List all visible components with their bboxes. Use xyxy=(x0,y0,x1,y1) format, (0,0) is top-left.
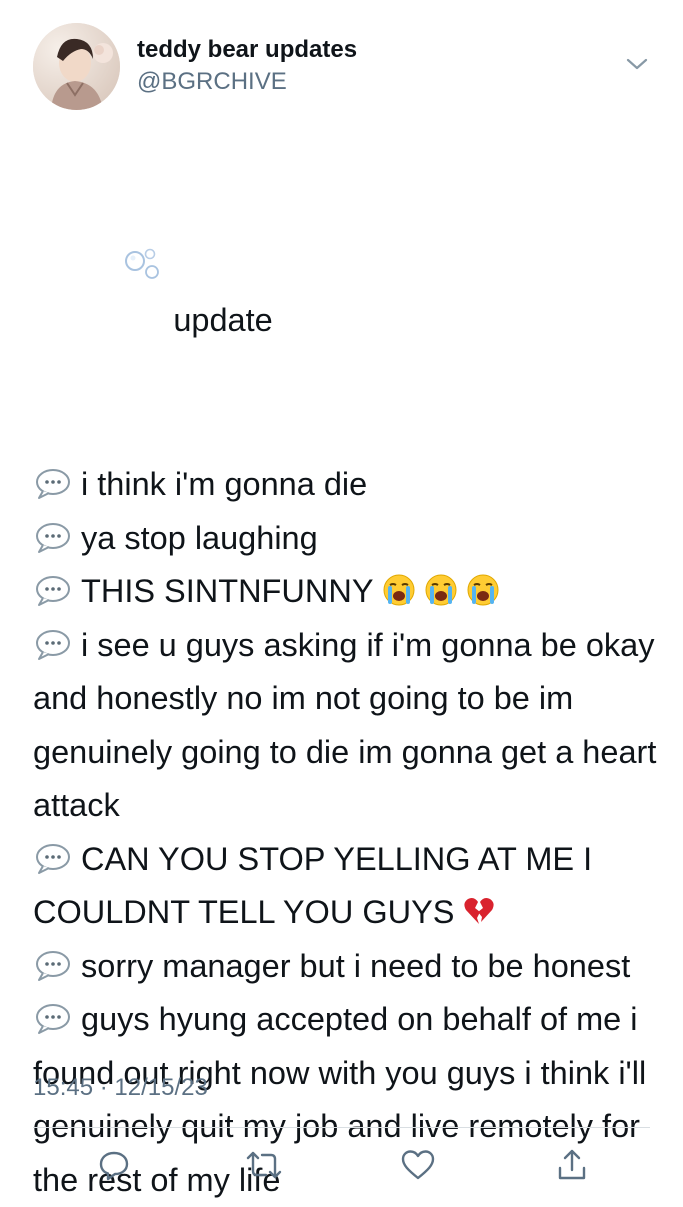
bubbles-icon xyxy=(69,191,163,352)
retweet-icon[interactable] xyxy=(244,1145,284,1185)
broken-heart-icon xyxy=(462,891,496,925)
speech-balloon-icon xyxy=(33,838,73,874)
list-item: sorry manager but i need to be honest xyxy=(33,940,658,994)
tweet-header: teddy bear updates @BGRCHIVE xyxy=(0,0,683,130)
list-item: CAN YOU STOP YELLING AT ME I COULDNT TEL… xyxy=(33,833,658,940)
speech-balloon-icon xyxy=(33,463,73,499)
tweet-text: update i think i'm gonna die ya stop lau… xyxy=(33,137,658,1207)
list-item-text: sorry manager but i need to be honest xyxy=(81,947,631,984)
loudly-crying-face-icon xyxy=(382,570,416,606)
list-item-text: THIS SINTNFUNNY xyxy=(81,573,374,609)
display-name[interactable]: teddy bear updates xyxy=(137,36,357,64)
list-item-text: i see u guys asking if i'm gonna be okay… xyxy=(33,626,666,824)
list-item: ya stop laughing xyxy=(33,512,658,566)
share-icon[interactable] xyxy=(552,1145,592,1185)
divider xyxy=(33,1127,650,1128)
action-bar xyxy=(0,1140,683,1190)
speech-balloon-icon xyxy=(33,624,73,660)
list-item-text: ya stop laughing xyxy=(81,519,318,556)
speech-balloon-icon xyxy=(33,517,73,553)
tweet-timestamp[interactable]: 15:45 · 12/15/23 xyxy=(33,1074,208,1102)
list-item: i see u guys asking if i'm gonna be okay… xyxy=(33,619,658,833)
like-icon[interactable] xyxy=(398,1145,438,1185)
list-item-text: i think i'm gonna die xyxy=(81,466,368,502)
loudly-crying-face-icon xyxy=(466,570,500,606)
speech-balloon-icon xyxy=(33,998,73,1034)
tweet-heading: update xyxy=(173,301,273,338)
list-item-text: CAN YOU STOP YELLING AT ME I COULDNT TEL… xyxy=(33,840,602,931)
chevron-down-icon[interactable] xyxy=(624,54,650,74)
avatar[interactable] xyxy=(33,23,120,110)
list-item: i think i'm gonna die xyxy=(33,458,658,512)
tweet-heading-line: update xyxy=(33,137,658,405)
reply-icon[interactable] xyxy=(94,1145,134,1185)
list-item: THIS SINTNFUNNY xyxy=(33,565,658,619)
speech-balloon-icon xyxy=(33,945,73,981)
loudly-crying-face-icon xyxy=(424,570,458,606)
user-handle[interactable]: @BGRCHIVE xyxy=(137,68,287,96)
speech-balloon-icon xyxy=(33,570,73,606)
